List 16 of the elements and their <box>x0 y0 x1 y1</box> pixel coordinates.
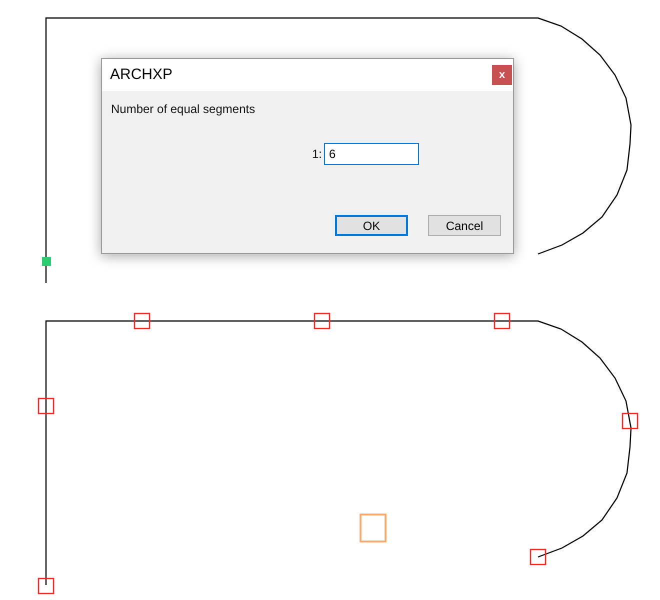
dialog-title: ARCHXP <box>110 64 173 85</box>
dialog-button[interactable]: OK <box>335 215 408 236</box>
square-marker-icon <box>134 312 150 330</box>
square-marker-icon <box>622 412 638 430</box>
filled-square-marker-icon <box>42 257 51 266</box>
large-square-marker-icon <box>360 514 386 542</box>
prompt-label: Number of equal segments <box>111 102 256 116</box>
field-label: 1: <box>312 146 322 163</box>
close-button[interactable]: x <box>492 65 512 85</box>
square-marker-icon <box>494 312 510 330</box>
square-marker-icon <box>38 398 54 414</box>
square-marker-icon <box>314 312 330 330</box>
dialog-button[interactable]: Cancel <box>428 215 501 236</box>
square-marker-icon <box>38 578 54 594</box>
segments-input[interactable]: 6 <box>324 143 420 165</box>
square-marker-icon <box>530 548 546 566</box>
